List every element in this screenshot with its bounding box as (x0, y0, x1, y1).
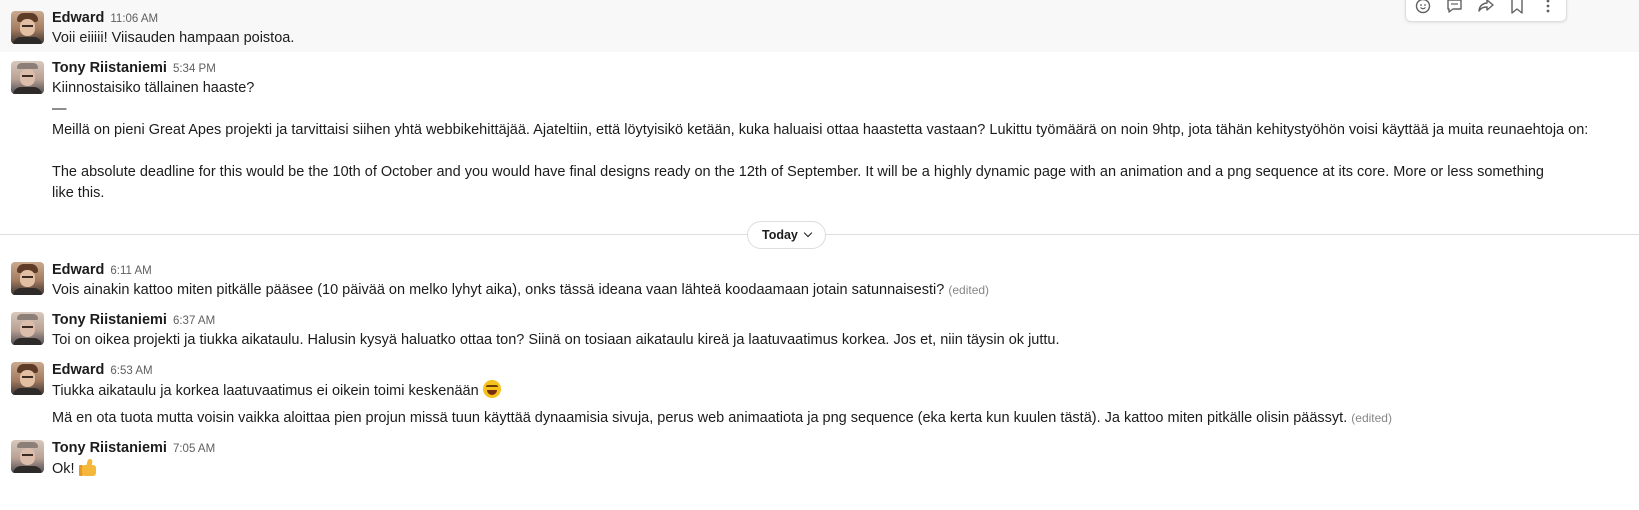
message-body: Ok! (52, 461, 75, 477)
message-text: Kiinnostaisiko tällainen haaste? (52, 80, 255, 96)
message-body: Vois ainakin kattoo miten pitkälle pääse… (52, 282, 945, 298)
date-label: Today (762, 228, 798, 242)
message-tony-3[interactable]: Tony Riistaniemi 7:05 AM Ok! (0, 436, 1639, 496)
message-text: Mä en ota tuota mutta voisin vaikka aloi… (52, 408, 1392, 429)
sender-name[interactable]: Edward (52, 362, 104, 378)
add-reaction-icon[interactable] (1413, 0, 1435, 15)
timestamp[interactable]: 7:05 AM (173, 443, 215, 455)
message-text: Meillä on pieni Great Apes projekti ja t… (52, 122, 1589, 138)
avatar[interactable] (11, 61, 44, 94)
message-text: The absolute deadline for this would be … (52, 164, 1544, 201)
message-text: Voii eiiiii! Viisauden hampaan poistoa. (52, 30, 295, 46)
sender-name[interactable]: Edward (52, 262, 104, 278)
message-text: Toi on oikea projekti ja tiukka aikataul… (52, 332, 1060, 348)
timestamp[interactable]: 5:34 PM (173, 63, 216, 75)
avatar[interactable] (11, 362, 44, 395)
chevron-down-icon (803, 228, 813, 238)
laughing-emoji[interactable] (482, 380, 501, 398)
message-edward-2[interactable]: Edward 6:11 AM Vois ainakin kattoo miten … (0, 258, 1639, 308)
timestamp[interactable]: 6:37 AM (173, 315, 215, 327)
thumbs-up-emoji[interactable] (78, 458, 97, 476)
message-edward-3[interactable]: Edward 6:53 AM Tiukka aikataulu ja korkea… (0, 358, 1639, 436)
message-body: Mä en ota tuota mutta voisin vaikka aloi… (52, 410, 1348, 426)
message-text: Ok! (52, 458, 97, 480)
timestamp[interactable]: 11:06 AM (110, 13, 158, 25)
message-text: Vois ainakin kattoo miten pitkälle pääse… (52, 280, 989, 301)
timestamp[interactable]: 6:53 AM (110, 365, 152, 377)
message-body: Tiukka aikataulu ja korkea laatuvaatimus… (52, 383, 479, 399)
avatar[interactable] (11, 440, 44, 473)
avatar[interactable] (11, 11, 44, 44)
message-edward-1[interactable]: Edward 11:06 AM Voii eiiiii! Viisauden ha… (0, 0, 1639, 52)
sender-name[interactable]: Tony Riistaniemi (52, 60, 167, 76)
share-message-icon[interactable] (1475, 0, 1497, 15)
message-text: — (52, 101, 67, 117)
edited-label: (edited) (948, 283, 990, 297)
message-actions-toolbar (1405, 0, 1567, 22)
sender-name[interactable]: Edward (52, 10, 104, 26)
edited-label: (edited) (1351, 411, 1392, 425)
date-jump-button[interactable]: Today (747, 221, 826, 249)
message-text: Tiukka aikataulu ja korkea laatuvaatimus… (52, 380, 501, 402)
save-bookmark-icon[interactable] (1506, 0, 1528, 15)
timestamp[interactable]: 6:11 AM (110, 265, 151, 277)
sender-name[interactable]: Tony Riistaniemi (52, 440, 167, 456)
reply-in-thread-icon[interactable] (1444, 0, 1466, 15)
message-tony-2[interactable]: Tony Riistaniemi 6:37 AM Toi on oikea pro… (0, 308, 1639, 358)
more-actions-icon[interactable] (1537, 0, 1559, 15)
sender-name[interactable]: Tony Riistaniemi (52, 312, 167, 328)
avatar[interactable] (11, 312, 44, 345)
message-tony-1[interactable]: Tony Riistaniemi 5:34 PM Kiinnostaisiko t… (0, 52, 1639, 212)
avatar[interactable] (11, 262, 44, 295)
